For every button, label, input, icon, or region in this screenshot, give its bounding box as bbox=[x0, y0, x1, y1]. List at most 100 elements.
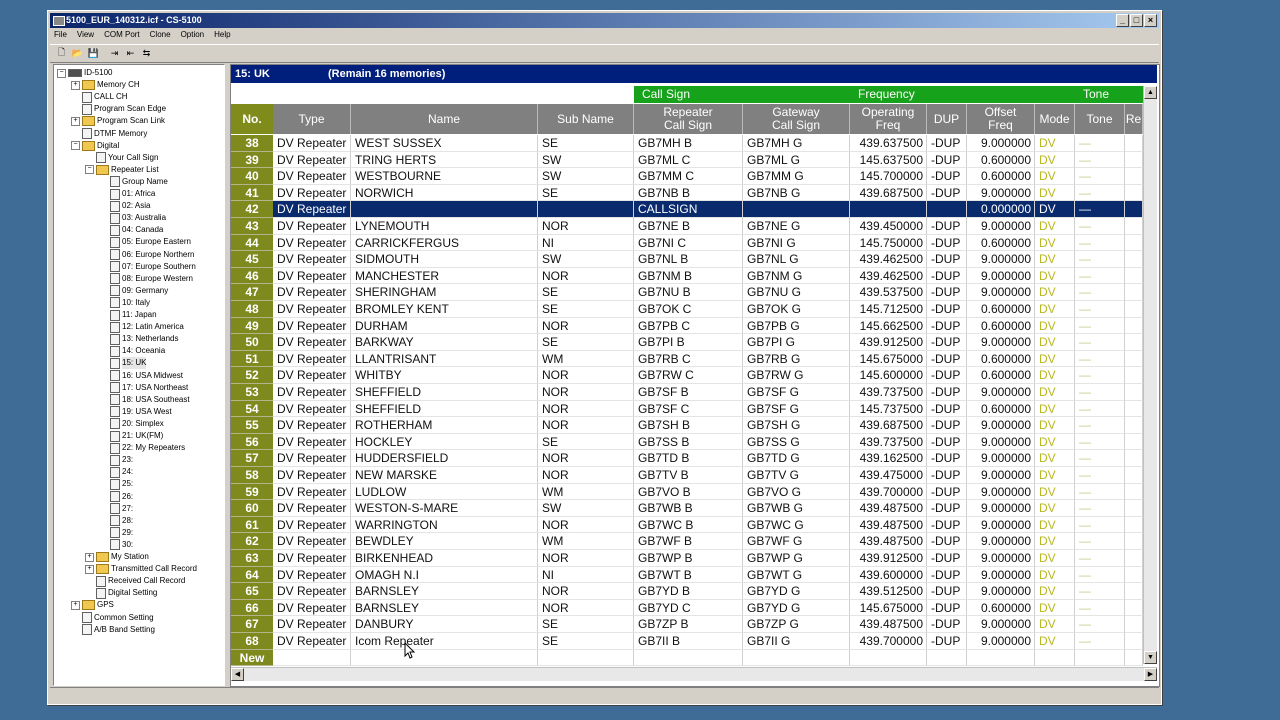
tree-node[interactable]: + Memory CH bbox=[71, 79, 140, 91]
cell-sub[interactable]: SE bbox=[538, 301, 634, 318]
cell-sub[interactable]: NOR bbox=[538, 400, 634, 418]
cell-name[interactable]: NEW MARSKE bbox=[351, 467, 538, 484]
cell-rpt[interactable]: GB7YD C bbox=[634, 599, 743, 617]
cell-gw[interactable]: GB7YD G bbox=[743, 599, 850, 617]
cell-name[interactable]: BARKWAY bbox=[351, 334, 538, 351]
cell-sub[interactable]: SW bbox=[538, 251, 634, 268]
cell-offset[interactable]: 9.000000 bbox=[967, 516, 1035, 534]
cell-dup[interactable]: -DUP bbox=[927, 135, 967, 152]
cell-rpt[interactable]: GB7SF C bbox=[634, 400, 743, 418]
tree-node[interactable]: 15: UK bbox=[99, 357, 147, 370]
tree-node[interactable]: 12: Latin America bbox=[99, 321, 184, 333]
row-number[interactable]: 51 bbox=[231, 350, 273, 368]
cell-rpt[interactable]: GB7NE B bbox=[634, 218, 743, 235]
tree-node[interactable]: Program Scan Edge bbox=[71, 103, 166, 115]
cell-mode[interactable]: DV bbox=[1035, 350, 1075, 368]
cell-rpt[interactable]: GB7RB C bbox=[634, 350, 743, 368]
cell-extra[interactable] bbox=[1125, 516, 1143, 534]
cell-rpt[interactable]: GB7NB B bbox=[634, 184, 743, 202]
tree-node[interactable]: 16: USA Midwest bbox=[99, 370, 183, 382]
cell-offset[interactable]: 9.000000 bbox=[967, 500, 1035, 517]
tree-node[interactable]: 09: Germany bbox=[99, 285, 168, 297]
cell-tone[interactable]: — bbox=[1075, 184, 1125, 202]
tree-node[interactable]: 26: bbox=[99, 491, 133, 503]
horizontal-scrollbar[interactable]: ◀ ▶ bbox=[231, 667, 1157, 681]
cell-offset[interactable]: 0.600000 bbox=[967, 599, 1035, 617]
cell-freq[interactable]: 439.487500 bbox=[850, 516, 927, 534]
tree-node[interactable]: − Digital bbox=[71, 140, 119, 152]
cell-extra[interactable] bbox=[1125, 151, 1143, 169]
cell-freq[interactable]: 439.450000 bbox=[850, 218, 927, 235]
tree-node[interactable]: 18: USA Southeast bbox=[99, 394, 190, 406]
tree-view[interactable]: − ID-5100 + Memory CH CALL CH Program Scan Ed… bbox=[53, 64, 225, 686]
cell-mode[interactable]: DV bbox=[1035, 234, 1075, 252]
cell-mode[interactable]: DV bbox=[1035, 251, 1075, 268]
cell-name[interactable]: LLANTRISANT bbox=[351, 350, 538, 368]
cell-gw[interactable]: GB7SF G bbox=[743, 384, 850, 401]
cell-offset[interactable]: 9.000000 bbox=[967, 550, 1035, 567]
cell-type[interactable]: DV Repeater bbox=[273, 400, 351, 418]
cell-freq[interactable]: 439.600000 bbox=[850, 566, 927, 584]
column-header-gateway-call-sign[interactable]: Gateway Call Sign bbox=[743, 104, 850, 134]
cell-dup[interactable]: -DUP bbox=[927, 284, 967, 301]
cell-freq[interactable]: 439.162500 bbox=[850, 450, 927, 467]
cell-tone[interactable]: — bbox=[1075, 301, 1125, 318]
cell-extra[interactable] bbox=[1125, 334, 1143, 351]
cell-mode[interactable]: DV bbox=[1035, 384, 1075, 401]
cell-mode[interactable]: DV bbox=[1035, 201, 1075, 218]
cell-gw[interactable]: GB7NI G bbox=[743, 234, 850, 252]
cell-type[interactable]: DV Repeater bbox=[273, 201, 351, 218]
cell-extra[interactable] bbox=[1125, 566, 1143, 584]
cell-extra[interactable] bbox=[1125, 483, 1143, 501]
tree-node[interactable]: 28: bbox=[99, 515, 133, 527]
tree-node[interactable]: 04: Canada bbox=[99, 224, 163, 236]
expand-icon[interactable]: + bbox=[71, 80, 80, 90]
cell-gw[interactable]: GB7PB G bbox=[743, 317, 850, 335]
cell-tone[interactable]: — bbox=[1075, 450, 1125, 467]
cell-name[interactable]: BARNSLEY bbox=[351, 599, 538, 617]
cell-dup[interactable]: -DUP bbox=[927, 450, 967, 467]
cell-gw[interactable]: GB7SH G bbox=[743, 417, 850, 434]
cell-name[interactable]: DURHAM bbox=[351, 317, 538, 335]
cell-freq[interactable]: 145.750000 bbox=[850, 234, 927, 252]
cell-offset[interactable]: 9.000000 bbox=[967, 566, 1035, 584]
cell-rpt[interactable]: GB7WT B bbox=[634, 566, 743, 584]
cell-tone[interactable]: — bbox=[1075, 367, 1125, 384]
cell-extra[interactable] bbox=[1125, 533, 1143, 550]
cell-mode[interactable]: DV bbox=[1035, 417, 1075, 434]
row-number[interactable]: 56 bbox=[231, 433, 273, 451]
row-number[interactable]: 42 bbox=[231, 201, 273, 218]
cell-name[interactable]: LYNEMOUTH bbox=[351, 218, 538, 235]
cell-sub[interactable]: SE bbox=[538, 135, 634, 152]
cell-mode[interactable]: DV bbox=[1035, 218, 1075, 235]
tree-node[interactable]: CALL CH bbox=[71, 91, 128, 103]
cell-freq[interactable]: 439.737500 bbox=[850, 433, 927, 451]
collapse-icon[interactable]: − bbox=[85, 165, 94, 175]
cell-dup[interactable]: -DUP bbox=[927, 417, 967, 434]
cell-rpt[interactable]: GB7II B bbox=[634, 633, 743, 650]
cell-gw[interactable]: GB7NE G bbox=[743, 218, 850, 235]
cell-sub[interactable]: SE bbox=[538, 284, 634, 301]
cell-dup[interactable]: -DUP bbox=[927, 633, 967, 650]
row-number[interactable]: 41 bbox=[231, 184, 273, 202]
cell-dup[interactable]: -DUP bbox=[927, 533, 967, 550]
cell-extra[interactable] bbox=[1125, 284, 1143, 301]
cell-sub[interactable]: SW bbox=[538, 168, 634, 185]
cell-dup[interactable]: -DUP bbox=[927, 367, 967, 384]
column-header-sub-name[interactable]: Sub Name bbox=[538, 104, 634, 134]
vertical-scrollbar[interactable]: ▲ ▼ bbox=[1143, 86, 1157, 664]
menu-item-clone[interactable]: Clone bbox=[150, 29, 171, 41]
cell-offset[interactable]: 9.000000 bbox=[967, 384, 1035, 401]
tree-node[interactable]: 14: Oceania bbox=[99, 345, 165, 357]
cell-type[interactable]: DV Repeater bbox=[273, 350, 351, 368]
cell-offset[interactable]: 9.000000 bbox=[967, 284, 1035, 301]
tree-node[interactable]: 29: bbox=[99, 527, 133, 539]
cell-type[interactable]: DV Repeater bbox=[273, 483, 351, 501]
tree-node[interactable]: 06: Europe Northern bbox=[99, 249, 195, 261]
cell-tone[interactable]: — bbox=[1075, 533, 1125, 550]
cell-freq[interactable]: 439.487500 bbox=[850, 533, 927, 550]
cell-offset[interactable]: 9.000000 bbox=[967, 450, 1035, 467]
cell-offset[interactable]: 9.000000 bbox=[967, 433, 1035, 451]
cell-rpt[interactable]: GB7TV B bbox=[634, 467, 743, 484]
cell-name[interactable]: HUDDERSFIELD bbox=[351, 450, 538, 467]
